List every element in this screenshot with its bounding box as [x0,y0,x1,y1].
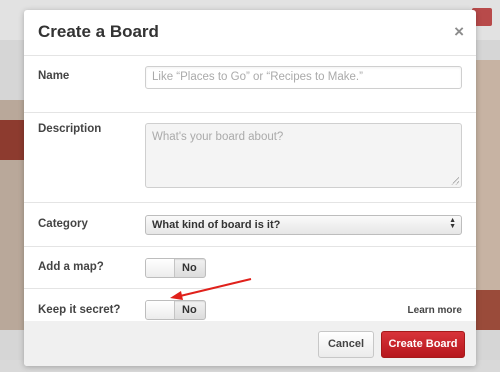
secret-toggle-value: No [182,304,197,316]
name-label: Name [38,70,70,82]
dialog-footer: Cancel Create Board [24,321,476,366]
description-row: Description What's your board about? [24,113,476,203]
background-card-left-accent [0,120,24,160]
secret-toggle-knob[interactable] [146,301,175,319]
description-textarea[interactable]: What's your board about? [145,123,462,188]
dialog-title: Create a Board [38,22,159,41]
create-board-dialog: Create a Board × Name Like “Places to Go… [24,10,476,366]
background-card-right-accent [476,290,500,330]
category-selected-value: What kind of board is it? [152,219,281,231]
map-toggle-value: No [182,262,197,274]
create-board-button[interactable]: Create Board [381,331,465,358]
close-icon[interactable]: × [454,22,464,42]
category-select[interactable]: What kind of board is it? ▲ ▼ [145,215,462,235]
secret-label: Keep it secret? [38,304,121,316]
map-toggle[interactable]: No [145,258,206,278]
description-label: Description [38,123,102,135]
map-row: Add a map? No [24,247,476,289]
map-toggle-knob[interactable] [146,259,175,277]
name-input[interactable]: Like “Places to Go” or “Recipes to Make.… [145,66,462,89]
category-label: Category [38,218,88,230]
name-row: Name Like “Places to Go” or “Recipes to … [24,56,476,113]
category-row: Category What kind of board is it? ▲ ▼ [24,203,476,247]
description-placeholder: What's your board about? [152,131,284,143]
resize-grip-icon[interactable] [451,177,459,185]
cancel-button[interactable]: Cancel [318,331,374,358]
map-label: Add a map? [38,261,104,273]
learn-more-link[interactable]: Learn more [408,305,462,316]
secret-toggle[interactable]: No [145,300,206,320]
select-arrows-icon: ▲ ▼ [449,217,456,230]
dialog-header: Create a Board × [24,10,476,56]
